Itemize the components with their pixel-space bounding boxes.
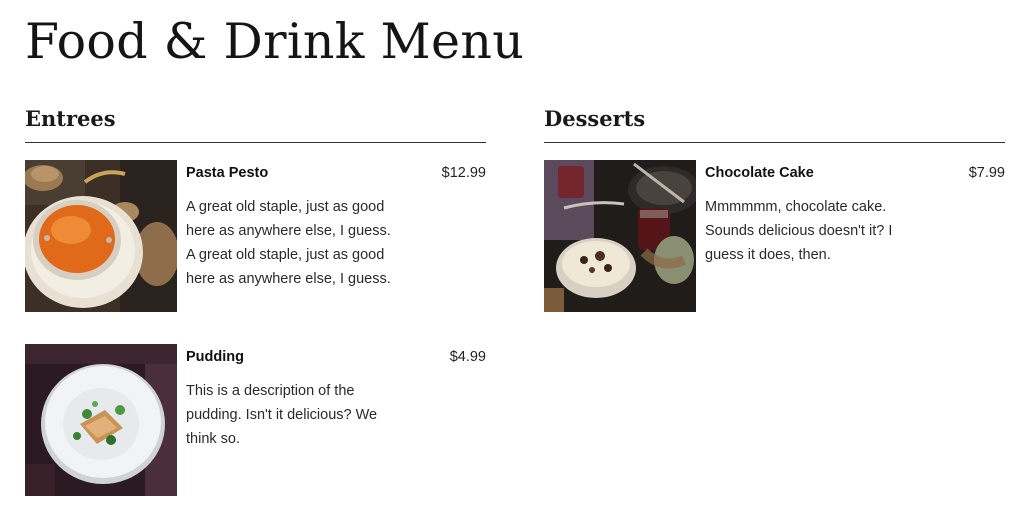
menu-item-chocolate-cake[interactable]: Chocolate Cake $7.99 Mmmmmm, chocolate c…	[544, 160, 1005, 312]
pasta-pesto-photo	[25, 160, 177, 312]
pudding-photo	[25, 344, 177, 496]
menu-item-pudding[interactable]: Pudding $4.99 This is a description of t…	[25, 344, 486, 496]
item-name: Chocolate Cake	[705, 165, 814, 181]
item-description: This is a description of the pudding. Is…	[186, 383, 378, 447]
item-name: Pasta Pesto	[186, 165, 269, 181]
item-description: Mmmmmm, chocolate cake. Sounds delicious…	[705, 199, 893, 263]
item-price: $12.99	[441, 165, 486, 181]
item-price: $4.99	[449, 349, 486, 365]
chocolate-cake-photo	[544, 160, 696, 312]
item-description: A great old staple, just as good here as…	[186, 199, 391, 287]
entrees-section: Entrees Pasta Pesto $12.99 A great old s…	[25, 104, 486, 496]
page-title: Food & Drink Menu	[25, 13, 525, 70]
section-heading-desserts: Desserts	[544, 104, 1005, 143]
desserts-section: Desserts Chocolate Cake $7.99 Mmmmmm, ch…	[544, 104, 1005, 312]
menu-item-pasta-pesto[interactable]: Pasta Pesto $12.99 A great old staple, j…	[25, 160, 486, 312]
item-price: $7.99	[968, 165, 1005, 181]
item-name: Pudding	[186, 349, 244, 365]
section-heading-entrees: Entrees	[25, 104, 486, 143]
